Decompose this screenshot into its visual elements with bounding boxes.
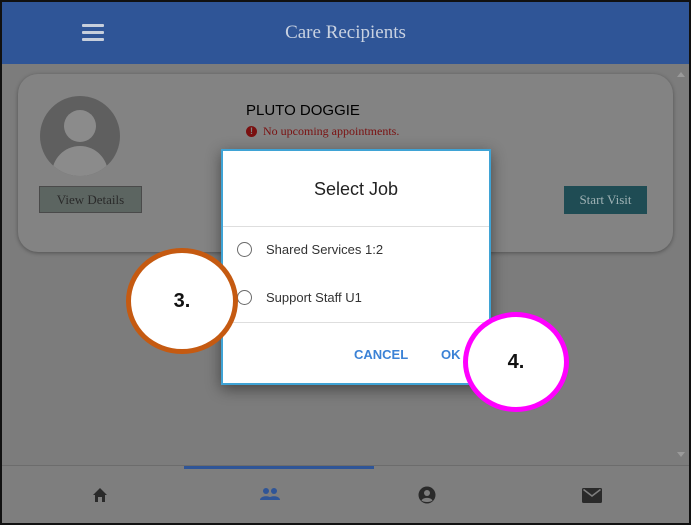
ok-button[interactable]: OK	[441, 347, 461, 362]
select-job-dialog: Select Job Shared Services 1:2 Support S…	[221, 149, 491, 385]
bottom-nav	[2, 465, 689, 523]
nav-home[interactable]	[82, 466, 118, 523]
app-frame: Care Recipients View Details PLUTO DOGGI…	[0, 0, 691, 525]
scroll-up-arrow-icon[interactable]	[677, 72, 685, 77]
nav-profile[interactable]	[407, 466, 447, 523]
dialog-divider	[223, 322, 489, 323]
recipient-name: PLUTO DOGGIE	[246, 102, 360, 119]
mail-icon	[582, 487, 602, 503]
appointment-status: ! No upcoming appointments.	[246, 124, 399, 139]
start-visit-button[interactable]: Start Visit	[564, 186, 647, 214]
scroll-down-arrow-icon[interactable]	[677, 452, 685, 457]
nav-messages[interactable]	[572, 466, 612, 523]
step-4-callout: 4.	[463, 312, 569, 412]
cancel-button[interactable]: CANCEL	[354, 347, 408, 362]
dialog-title: Select Job	[313, 179, 399, 199]
step-3-callout: 3.	[126, 248, 238, 354]
home-icon	[93, 488, 107, 502]
people-icon	[260, 488, 280, 500]
radio-button[interactable]	[237, 290, 252, 305]
job-option-support-staff[interactable]: Support Staff U1	[237, 290, 362, 305]
nav-care-recipients[interactable]	[250, 466, 290, 523]
job-option-shared-services[interactable]: Shared Services 1:2	[237, 242, 383, 257]
account-circle-icon	[418, 486, 436, 504]
app-header: Care Recipients	[2, 2, 689, 64]
hamburger-menu-icon[interactable]	[82, 24, 104, 42]
job-option-label: Shared Services 1:2	[266, 242, 384, 257]
error-circle-icon: !	[246, 126, 257, 137]
dialog-divider	[223, 226, 489, 227]
view-details-button[interactable]: View Details	[39, 186, 142, 213]
radio-button[interactable]	[237, 242, 252, 257]
page-title: Care Recipients	[285, 22, 406, 43]
user-avatar-icon	[40, 96, 120, 176]
job-option-label: Support Staff U1	[266, 290, 362, 305]
appointment-status-text: No upcoming appointments.	[263, 124, 400, 138]
